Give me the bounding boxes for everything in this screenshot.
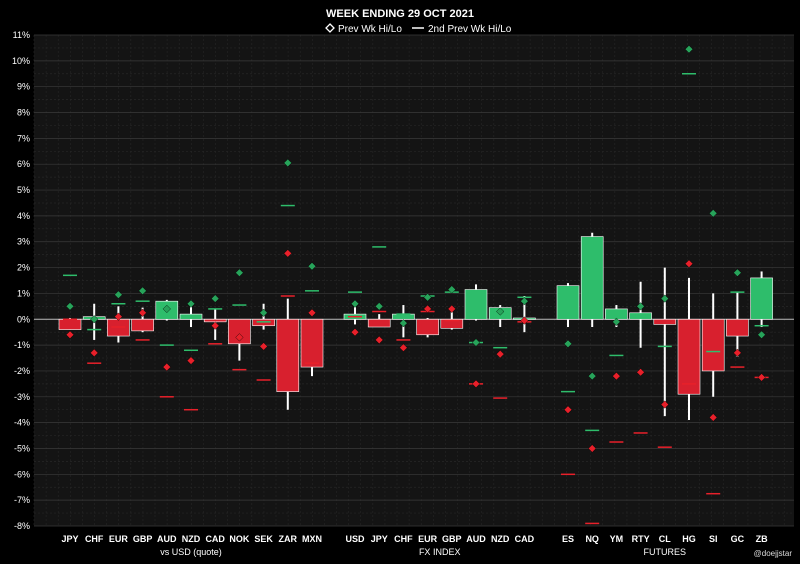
x-tick-label-ym: YM — [610, 534, 624, 544]
x-tick-label-eur: EUR — [109, 534, 129, 544]
candle-body-aud — [464, 289, 488, 320]
x-tick-label-gbp: GBP — [133, 534, 153, 544]
candle-body-hg — [677, 318, 701, 395]
y-tick-label: -2% — [14, 366, 30, 376]
x-tick-label-gbp: GBP — [442, 534, 462, 544]
y-tick-label: 8% — [17, 108, 30, 118]
x-tick-label-cad: CAD — [205, 534, 225, 544]
x-tick-label-gc: GC — [731, 534, 745, 544]
y-tick-label: -8% — [14, 521, 30, 531]
y-tick-label: 0% — [17, 314, 30, 324]
y-tick-label: 1% — [17, 288, 30, 298]
candle-body-ym — [605, 308, 628, 320]
x-tick-label-cl: CL — [659, 534, 671, 544]
candle-body-nzd — [179, 313, 203, 320]
x-tick-label-zar: ZAR — [279, 534, 298, 544]
x-tick-label-chf: CHF — [85, 534, 104, 544]
x-tick-label-chf: CHF — [394, 534, 413, 544]
y-tick-label: 5% — [17, 185, 30, 195]
y-tick-label: -5% — [14, 443, 30, 453]
x-tick-label-nzd: NZD — [491, 534, 510, 544]
candle-body-zb — [750, 277, 773, 320]
x-tick-label-usd: USD — [345, 534, 365, 544]
chart: -8% -7% -6% -5% -4% -3% -2% -1% 0% 1% 2% 3% 4% 5% 6% 7%… — [0, 0, 800, 564]
y-tick-label: 9% — [17, 82, 30, 92]
y-tick-label: -6% — [14, 469, 30, 479]
x-tick-label-eur: EUR — [418, 534, 438, 544]
x-tick-label-nzd: NZD — [182, 534, 201, 544]
y-tick-label: 3% — [17, 237, 30, 247]
x-tick-label-es: ES — [562, 534, 574, 544]
group-label-0: vs USD (quote) — [160, 547, 222, 557]
y-tick-label: -7% — [14, 495, 30, 505]
y-tick-label: -1% — [14, 340, 30, 350]
legend-label-prev2: 2nd Prev Wk Hi/Lo — [428, 24, 512, 35]
legend-label-prev: Prev Wk Hi/Lo — [338, 24, 402, 35]
credit-text: @doejjstar — [754, 549, 793, 558]
y-tick-label: 10% — [12, 56, 30, 66]
x-tick-label-jpy: JPY — [371, 534, 388, 544]
candle-body-mxn — [300, 318, 324, 368]
candle-body-eur — [416, 318, 439, 336]
x-tick-label-aud: AUD — [466, 534, 486, 544]
x-tick-label-aud: AUD — [157, 534, 177, 544]
candle-body-cl — [653, 318, 677, 325]
candle-body-gc — [726, 318, 749, 337]
y-tick-label: 4% — [17, 211, 30, 221]
candle-body-jpy — [367, 318, 391, 328]
group-label-1: FX INDEX — [419, 547, 461, 557]
x-tick-label-nok: NOK — [229, 534, 250, 544]
x-tick-label-sek: SEK — [254, 534, 273, 544]
x-tick-label-nq: NQ — [585, 534, 599, 544]
y-tick-label: 11% — [13, 30, 30, 40]
x-tick-label-cad: CAD — [515, 534, 535, 544]
x-tick-label-hg: HG — [682, 534, 696, 544]
chart-title: WEEK ENDING 29 OCT 2021 — [326, 8, 474, 20]
candle-body-cad — [203, 318, 227, 323]
candle-body-gbp — [131, 318, 154, 332]
candle-body-chf — [392, 313, 415, 320]
y-tick-label: -3% — [14, 392, 30, 402]
y-tick-label: -4% — [14, 418, 30, 428]
y-tick-label: 2% — [17, 263, 30, 273]
candle-body-es — [556, 285, 580, 320]
candle-body-zar — [276, 318, 300, 392]
y-tick-label: 6% — [17, 159, 30, 169]
x-tick-label-jpy: JPY — [61, 534, 78, 544]
candle-body-nq — [580, 236, 604, 320]
x-tick-label-mxn: MXN — [302, 534, 322, 544]
group-label-2: FUTURES — [644, 547, 687, 557]
candle-body-jpy — [58, 318, 82, 330]
x-tick-label-si: SI — [709, 534, 718, 544]
x-tick-label-rty: RTY — [632, 534, 650, 544]
x-tick-label-zb: ZB — [756, 534, 768, 544]
y-tick-label: 7% — [17, 133, 30, 143]
candle-body-si — [701, 318, 725, 372]
